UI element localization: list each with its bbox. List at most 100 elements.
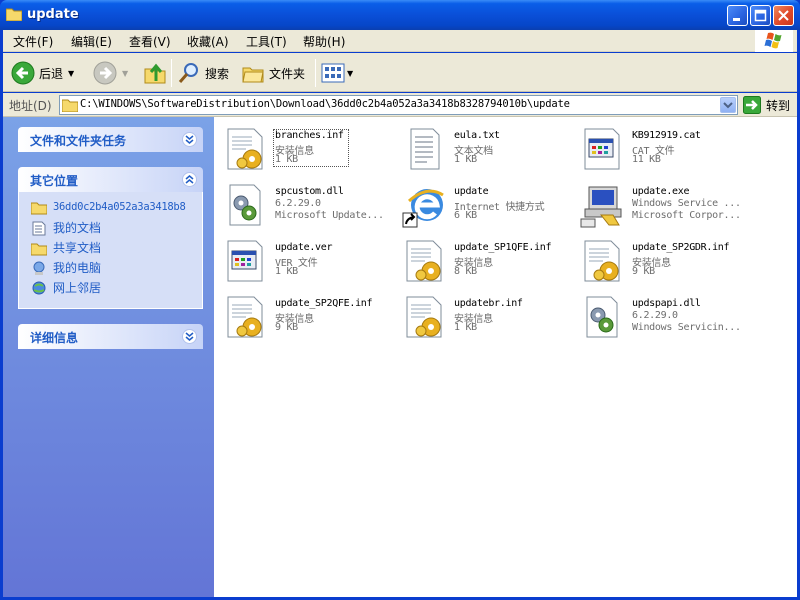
chevron-double-down-icon [185, 332, 194, 341]
other-places-title: 其它位置 [30, 174, 79, 188]
collapse-button[interactable] [182, 172, 197, 187]
place-link-label: 我的电脑 [53, 261, 102, 275]
file-name: KB912919.cat [632, 130, 701, 141]
place-link-label: 网上邻居 [53, 281, 102, 295]
address-dropdown-button[interactable] [720, 97, 736, 113]
place-link-parent-folder[interactable]: 36dd0c2b4a052a3a3418b8 [31, 199, 186, 215]
place-link-network-places[interactable]: 网上邻居 [31, 279, 101, 296]
back-button[interactable]: 后退 ▼ [11, 60, 74, 86]
address-path: C:\WINDOWS\SoftwareDistribution\Download… [80, 98, 570, 110]
up-folder-icon [144, 63, 166, 84]
file-size: 1 KB [454, 322, 477, 333]
exe-setup-icon [580, 186, 622, 228]
menu-view[interactable]: 查看(V) [129, 33, 171, 50]
file-name: branches.inf [275, 130, 344, 141]
back-dropdown-icon[interactable]: ▼ [68, 69, 74, 78]
network-icon [32, 281, 46, 294]
go-button[interactable]: 转到 [743, 95, 790, 115]
search-icon [178, 63, 198, 83]
details-header[interactable]: 详细信息 [18, 324, 203, 349]
file-item[interactable]: update.ver VER 文件 1 KB [218, 233, 393, 285]
place-link-label: 共享文档 [53, 241, 102, 255]
file-size: 9 KB [275, 322, 298, 333]
file-size: 11 KB [632, 154, 661, 165]
folder-icon [62, 99, 78, 112]
file-size: 8 KB [454, 266, 477, 277]
file-version: 6.2.29.0 [632, 310, 678, 321]
place-link-label: 36dd0c2b4a052a3a3418b8 [53, 201, 186, 213]
toolbar-separator [315, 59, 316, 87]
file-item[interactable]: update_SP1QFE.inf 安装信息 8 KB [397, 233, 572, 285]
folders-icon [242, 67, 264, 83]
other-places-header[interactable]: 其它位置 [18, 167, 203, 192]
address-bar: 地址(D) C:\WINDOWS\SoftwareDistribution\Do… [3, 93, 797, 117]
expand-button[interactable] [182, 329, 197, 344]
forward-button[interactable]: ▼ [93, 60, 128, 86]
place-link-my-documents[interactable]: 我的文档 [31, 219, 101, 236]
file-name: spcustom.dll [275, 186, 344, 197]
views-button[interactable]: ▼ [321, 60, 353, 86]
file-view[interactable]: branches.inf 安装信息 1 KB eula.txt 文本文档 1 K… [214, 117, 797, 597]
file-name: update_SP1QFE.inf [454, 242, 552, 253]
menu-help[interactable]: 帮助(H) [303, 33, 345, 50]
back-label: 后退 [39, 66, 64, 81]
file-tasks-header[interactable]: 文件和文件夹任务 [18, 127, 203, 152]
file-name: update_SP2QFE.inf [275, 298, 373, 309]
folder-icon [31, 243, 47, 255]
file-item[interactable]: updatebr.inf 安装信息 1 KB [397, 289, 572, 341]
file-item[interactable]: update_SP2GDR.inf 安装信息 9 KB [575, 233, 750, 285]
menu-tools[interactable]: 工具(T) [246, 33, 287, 50]
search-button[interactable]: 搜索 [177, 60, 229, 86]
file-tasks-title: 文件和文件夹任务 [30, 134, 127, 148]
folders-button[interactable]: 文件夹 [241, 60, 305, 86]
place-link-my-computer[interactable]: 我的电脑 [31, 259, 101, 276]
menu-file[interactable]: 文件(F) [13, 33, 53, 50]
folder-icon [31, 202, 47, 215]
windows-logo [755, 30, 793, 52]
file-item[interactable]: eula.txt 文本文档 1 KB [397, 121, 572, 173]
inf-setup-icon [406, 240, 442, 282]
go-label: 转到 [766, 98, 791, 113]
file-description: Windows Servicin... [632, 322, 741, 333]
file-version: 6.2.29.0 [275, 198, 321, 209]
forward-dropdown-icon[interactable]: ▼ [122, 69, 128, 78]
details-title: 详细信息 [30, 331, 79, 345]
toolbar-separator [171, 59, 172, 87]
inf-setup-icon [406, 296, 442, 338]
place-link-shared-documents[interactable]: 共享文档 [31, 239, 101, 256]
file-item[interactable]: KB912919.cat CAT 文件 11 KB [575, 121, 750, 173]
maximize-icon [754, 9, 767, 22]
file-item[interactable]: updspapi.dll 6.2.29.0 Windows Servicin..… [575, 289, 750, 341]
chevron-double-up-icon [185, 175, 194, 184]
address-input[interactable]: C:\WINDOWS\SoftwareDistribution\Download… [59, 95, 738, 115]
title-bar[interactable]: update [0, 0, 800, 30]
go-arrow-icon [743, 96, 761, 114]
file-item[interactable]: branches.inf 安装信息 1 KB [218, 121, 393, 173]
other-places-panel: 其它位置 36dd0c2b4a052a3a3418b8 我的文档 共享文档 我的… [18, 167, 203, 309]
forward-arrow-icon [93, 61, 117, 85]
expand-button[interactable] [182, 132, 197, 147]
close-button[interactable] [773, 5, 794, 26]
close-icon [778, 10, 789, 21]
window-title: update [27, 7, 79, 22]
dll-icon [229, 184, 261, 226]
file-size: 9 KB [632, 266, 655, 277]
menu-edit[interactable]: 编辑(E) [71, 33, 112, 50]
menu-favorites[interactable]: 收藏(A) [187, 33, 229, 50]
file-name: update.ver [275, 242, 333, 253]
views-icon [321, 63, 345, 83]
window-frame-left[interactable] [0, 30, 3, 600]
minimize-button[interactable] [727, 5, 748, 26]
search-label: 搜索 [205, 66, 230, 81]
up-folder-button[interactable] [143, 60, 167, 86]
documents-icon [32, 221, 46, 235]
file-item[interactable]: update_SP2QFE.inf 安装信息 9 KB [218, 289, 393, 341]
file-item[interactable]: update.exe Windows Service ... Microsoft… [575, 177, 750, 229]
file-item[interactable]: spcustom.dll 6.2.29.0 Microsoft Update..… [218, 177, 393, 229]
file-item[interactable]: update Internet 快捷方式 6 KB [397, 177, 572, 229]
maximize-button[interactable] [750, 5, 771, 26]
views-dropdown-icon[interactable]: ▼ [347, 69, 353, 78]
computer-icon [33, 261, 45, 275]
back-arrow-icon [11, 61, 35, 85]
file-description: Microsoft Update... [275, 210, 384, 221]
